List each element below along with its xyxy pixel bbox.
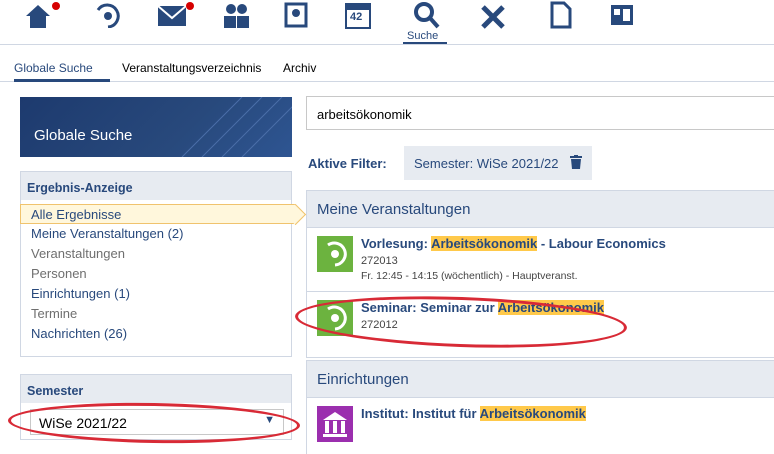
institute-icon [317,406,353,442]
search-highlight: Arbeitsökonomik [479,406,586,421]
active-filter-label: Aktive Filter: [308,156,387,171]
list-item[interactable]: Vorlesung: Arbeitsökonomik - Labour Econ… [307,227,774,291]
profile-icon[interactable] [280,0,312,30]
course-schedule: Fr. 12:45 - 14:15 (wöchentlich) - Hauptv… [361,270,578,282]
tab-globale-suche[interactable]: Globale Suche [14,61,93,75]
course-number: 272012 [361,319,398,331]
result-filter-courses: Veranstaltungen [31,246,125,261]
banner-title: Globale Suche [34,127,133,144]
files-icon[interactable] [545,0,577,30]
mail-icon[interactable] [156,0,188,30]
filter-chip-label: Semester: WiSe 2021/22 [414,156,559,171]
nav-active-label[interactable]: Suche [407,30,438,42]
calendar-number: 42 [350,11,363,23]
section-heading: Einrichtungen [307,361,774,397]
result-filter-dates: Termine [31,306,78,321]
semester-select[interactable]: WiSe 2021/22 ▼ [30,409,284,435]
result-filter-my-courses[interactable]: Meine Veranstaltungen (2) [21,224,291,244]
results-box: Ergebnis-Anzeige Alle Ergebnisse Meine V… [20,171,296,357]
result-title[interactable]: Seminar: Seminar zur Arbeitsökonomik [361,300,604,315]
results-list: Alle Ergebnisse Meine Veranstaltungen (2… [20,200,296,344]
search-icon[interactable] [410,0,442,30]
course-icon [317,236,353,272]
search-value: arbeitsökonomik [317,107,412,122]
calendar-icon[interactable]: 42 [342,0,374,30]
admin-icon[interactable] [606,0,638,30]
tab-active-underline [14,79,110,82]
result-title[interactable]: Institut: Institut für Arbeitsökonomik [361,406,586,421]
filter-chip[interactable]: Semester: WiSe 2021/22 [404,146,592,180]
search-input[interactable]: arbeitsökonomik [306,96,774,130]
course-icon [317,300,353,336]
section-heading: Meine Veranstaltungen [307,191,774,227]
tools-icon[interactable] [478,0,510,30]
result-filter-institutes[interactable]: Einrichtungen (1) [21,284,291,304]
tab-archiv[interactable]: Archiv [283,61,316,75]
result-filter-all[interactable]: Alle Ergebnisse [20,204,296,224]
community-icon[interactable] [220,0,252,30]
result-filter-messages[interactable]: Nachrichten (26) [21,324,291,344]
list-item[interactable]: Seminar: Seminar zur Arbeitsökonomik 272… [307,291,774,355]
notification-badge [52,2,60,10]
result-filter-persons: Personen [31,266,87,281]
course-number: 272013 [361,255,398,267]
result-title[interactable]: Vorlesung: Arbeitsökonomik - Labour Econ… [361,236,666,251]
top-navigation: 42 Suche [0,0,774,44]
section-my-courses: Meine Veranstaltungen Vorlesung: Arbeits… [306,190,774,358]
activity-icon[interactable] [92,0,124,30]
sidebar-banner: Globale Suche [20,97,292,157]
semester-value: WiSe 2021/22 [39,415,127,431]
chevron-down-icon: ▼ [264,414,275,426]
home-icon[interactable] [22,0,54,30]
tab-veranstaltungsverzeichnis[interactable]: Veranstaltungsverzeichnis [122,61,261,75]
section-institutes: Einrichtungen Institut: Institut für Arb… [306,360,774,454]
search-highlight: Arbeitsökonomik [497,300,604,315]
mail-badge [186,2,194,10]
list-item[interactable]: Institut: Institut für Arbeitsökonomik [307,397,774,454]
semester-heading: Semester [21,375,291,403]
trash-icon[interactable] [570,155,582,172]
search-highlight: Arbeitsökonomik [431,236,538,251]
sub-navigation: Globale Suche Veranstaltungsverzeichnis … [0,44,774,82]
banner-decoration [181,97,292,157]
results-heading: Ergebnis-Anzeige [21,172,291,200]
